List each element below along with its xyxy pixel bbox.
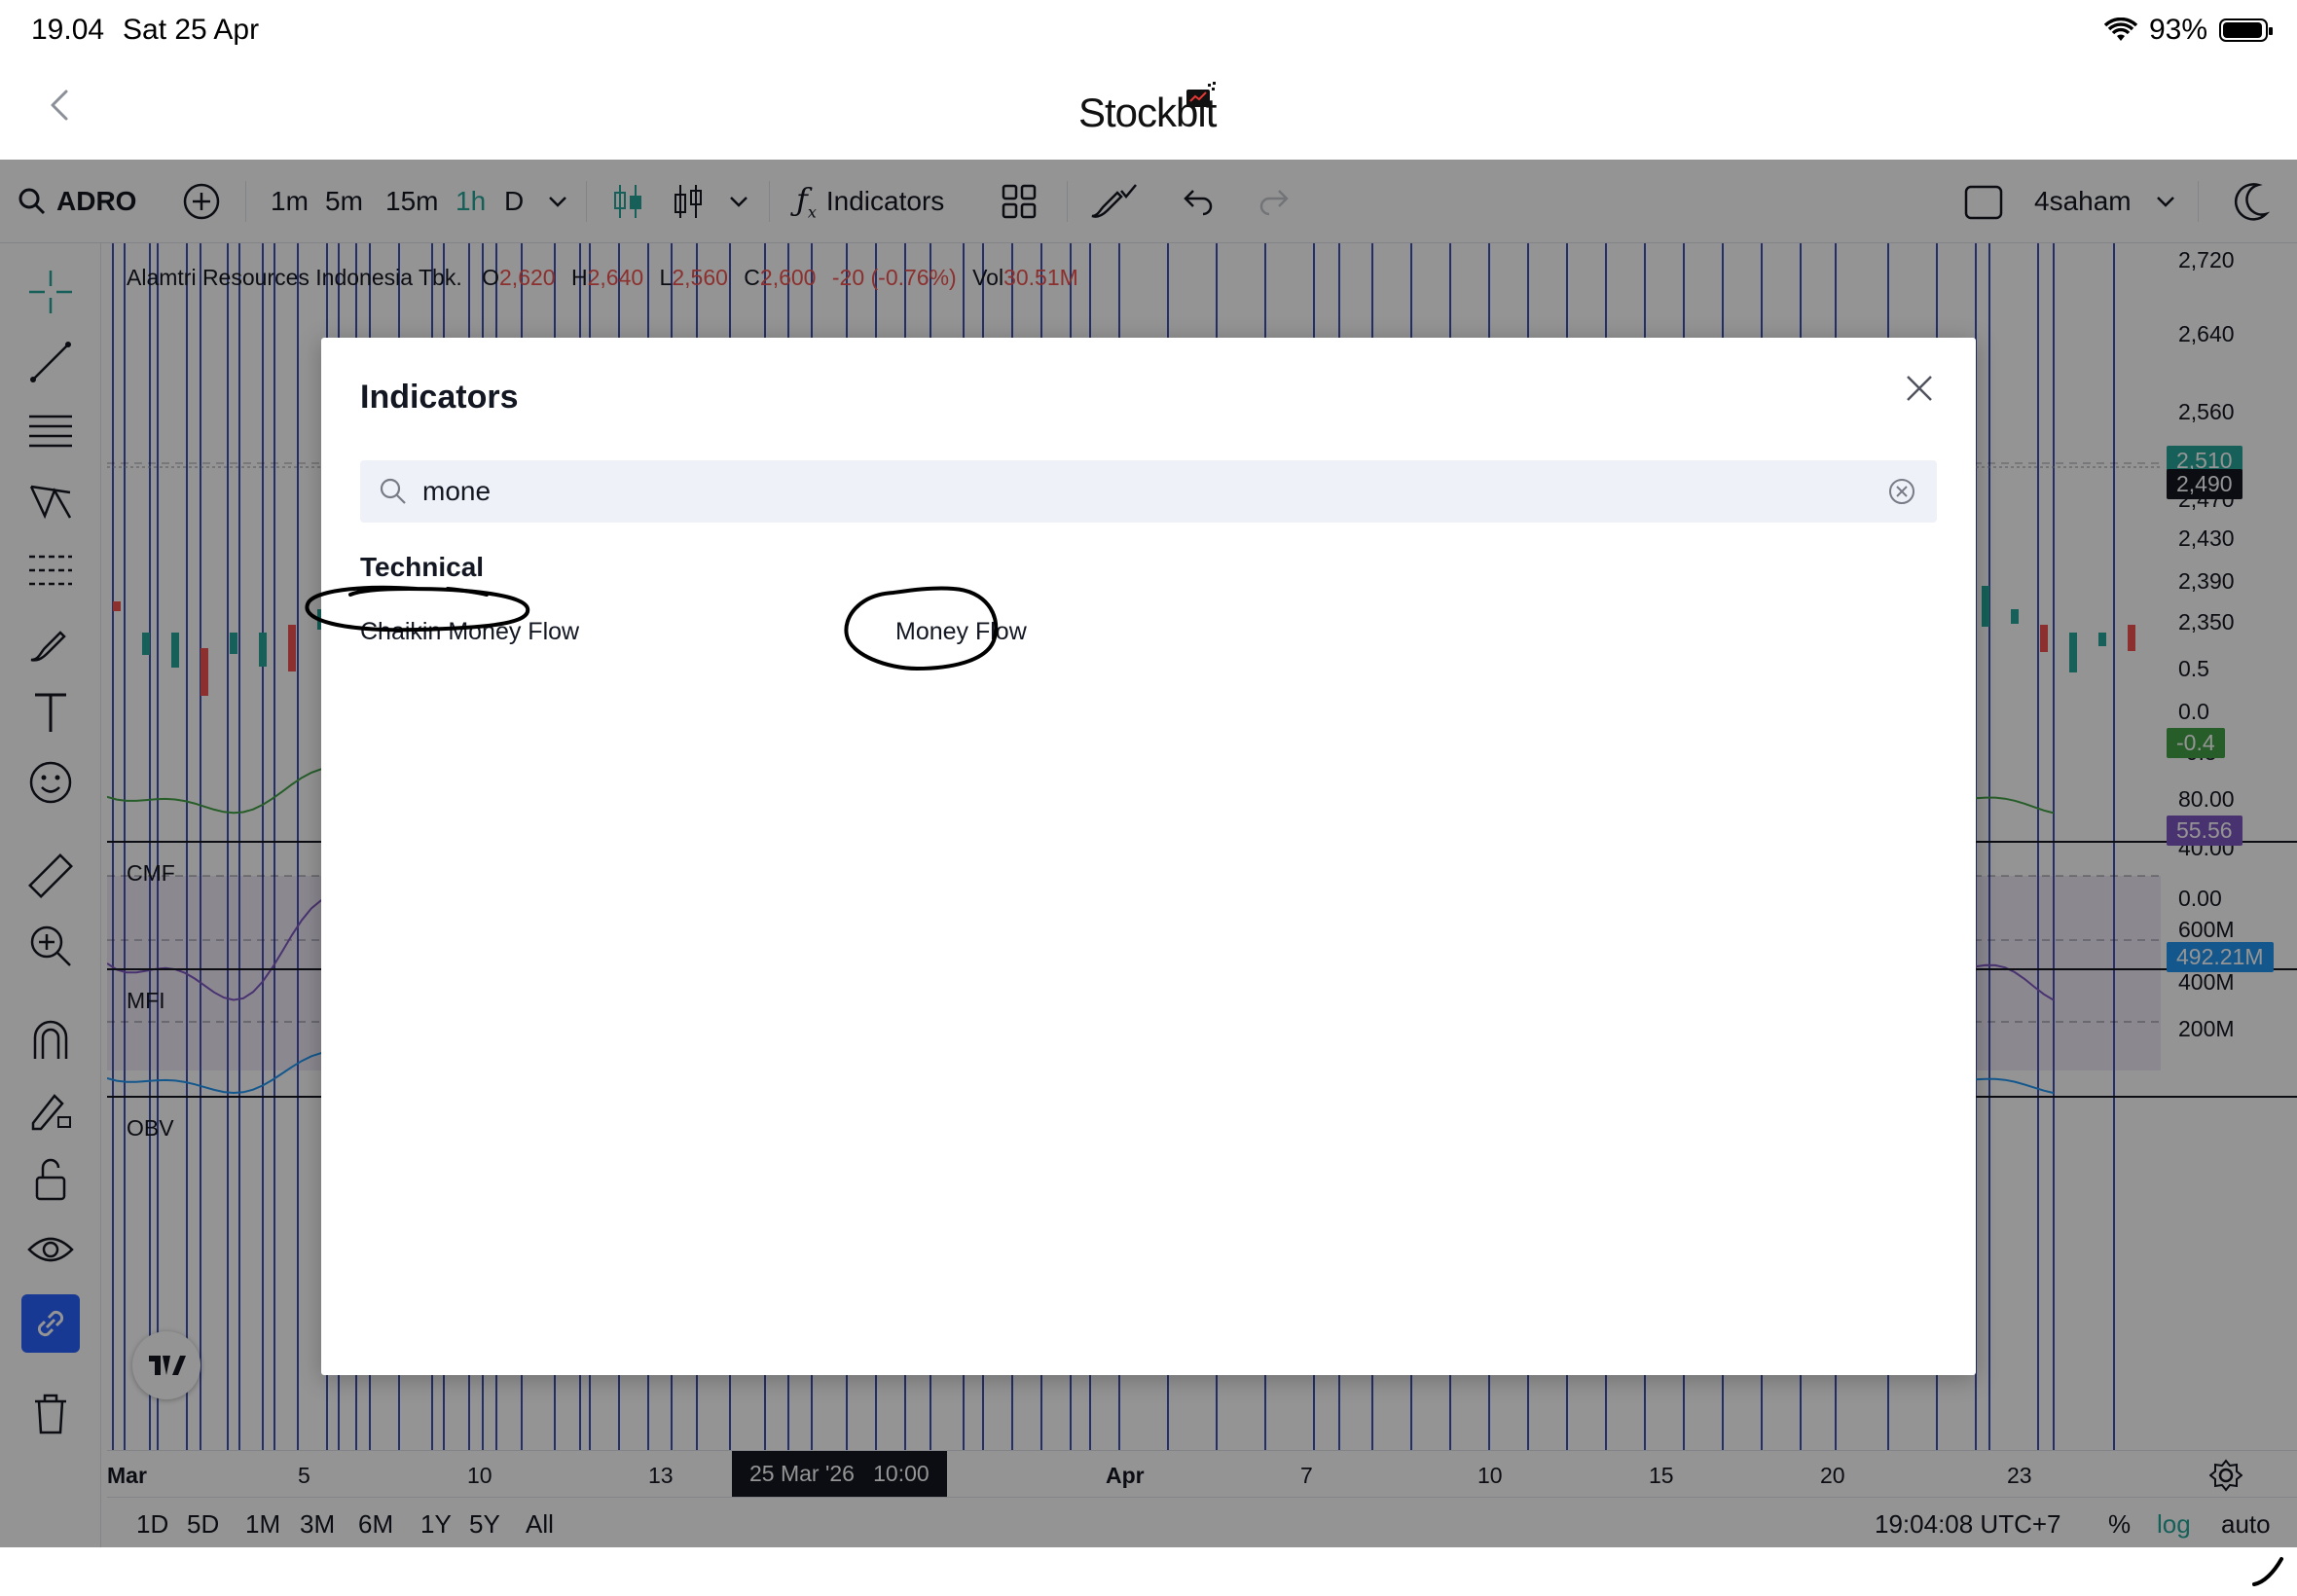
home-indicator-area xyxy=(0,1547,2297,1596)
indicator-result-money-flow[interactable]: Money Flow xyxy=(895,618,1027,646)
indicator-search-input[interactable] xyxy=(422,468,1843,515)
status-time: 19.04 xyxy=(31,14,105,46)
status-right: 93% xyxy=(2103,14,2273,47)
battery-icon xyxy=(2219,18,2273,42)
search-box xyxy=(360,460,1937,523)
pencil-stroke-icon xyxy=(2252,1557,2283,1586)
wifi-icon xyxy=(2103,18,2137,41)
search-icon xyxy=(380,478,406,504)
back-chevron-icon[interactable] xyxy=(39,84,82,127)
status-date: Sat 25 Apr xyxy=(123,14,260,46)
status-bar: 19.04 Sat 25 Apr 93% xyxy=(0,0,2297,62)
app-header: Stockbit xyxy=(0,62,2297,160)
section-heading-technical: Technical xyxy=(360,552,485,582)
dialog-title: Indicators xyxy=(360,379,519,416)
indicator-result-chaikin-money-flow[interactable]: Chaikin Money Flow xyxy=(360,618,579,646)
brand-chart-icon xyxy=(1186,82,1216,107)
clear-search-icon[interactable] xyxy=(1886,476,1917,507)
indicators-dialog: Indicators Technical Chaikin Money Flow … xyxy=(305,338,1976,1375)
close-icon[interactable] xyxy=(1898,367,1941,410)
battery-percent: 93% xyxy=(2148,14,2207,46)
